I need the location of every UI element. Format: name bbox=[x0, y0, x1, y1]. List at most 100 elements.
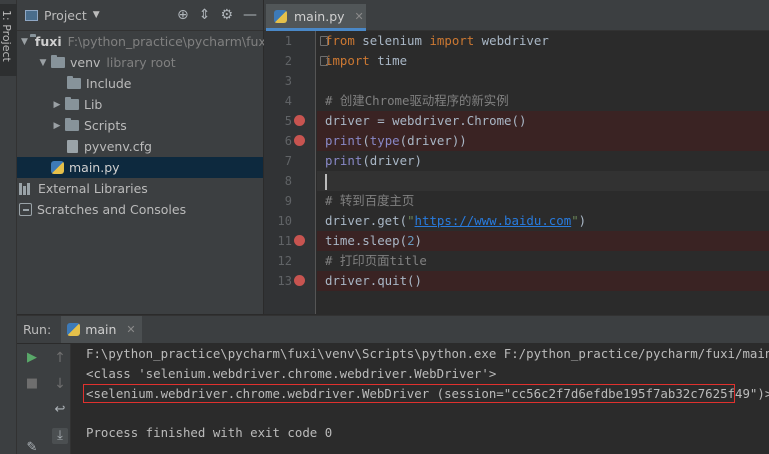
line-number: 1 bbox=[284, 34, 292, 48]
run-toolbar: ▶ ↑ ■ ↓ ↩ ⤓ ✎ bbox=[17, 344, 71, 454]
library-icon bbox=[19, 182, 33, 195]
tree-item-label: External Libraries bbox=[38, 181, 148, 196]
code-token: (driver) bbox=[362, 153, 422, 168]
chevron-right-icon[interactable]: ▶ bbox=[51, 121, 63, 131]
editor: main.py ✕ 1 2 3 4 5 6 7 8 9 10 11 12 13 … bbox=[264, 0, 769, 314]
breakpoint-icon[interactable] bbox=[294, 235, 305, 246]
fold-marker-icon[interactable] bbox=[320, 56, 328, 66]
tree-item-label: fuxi bbox=[34, 34, 62, 49]
collapse-icon[interactable]: ⇕ bbox=[199, 7, 211, 23]
soft-wrap-icon[interactable]: ↩ bbox=[52, 402, 68, 418]
line-number: 3 bbox=[284, 74, 292, 88]
code-line-breakpoint[interactable]: driver.quit() bbox=[317, 271, 769, 291]
editor-gutter[interactable]: 1 2 3 4 5 6 7 8 9 10 11 12 13 bbox=[264, 31, 316, 314]
code-line[interactable]: print(driver) bbox=[317, 151, 769, 171]
tree-item-root[interactable]: ▼ fuxi F:\python_practice\pycharm\fuxi bbox=[17, 31, 269, 52]
code-comment: # 打印页面title bbox=[325, 253, 427, 268]
fold-marker-icon[interactable] bbox=[320, 36, 328, 46]
tree-item-lib[interactable]: ▶ Lib bbox=[17, 94, 263, 115]
console-output-line: Process finished with exit code 0 bbox=[86, 425, 333, 440]
code-token: print bbox=[325, 133, 363, 148]
code-token: import bbox=[429, 33, 475, 48]
code-token: driver.get( bbox=[325, 213, 408, 228]
tree-item-label: pyvenv.cfg bbox=[84, 139, 152, 154]
folder-icon bbox=[65, 97, 79, 110]
close-icon[interactable]: ✕ bbox=[355, 10, 364, 23]
code-token: time.sleep( bbox=[325, 233, 408, 248]
code-comment: # 转到百度主页 bbox=[325, 193, 415, 208]
project-tool-tab[interactable]: 1: Project bbox=[0, 4, 17, 76]
scratches-icon bbox=[19, 203, 32, 216]
chevron-down-icon[interactable]: ▼ bbox=[93, 10, 100, 20]
text-caret bbox=[325, 173, 327, 190]
tree-item-label: Lib bbox=[84, 97, 103, 112]
code-token: time bbox=[369, 53, 408, 68]
tree-item-pyvenv-cfg[interactable]: pyvenv.cfg bbox=[17, 136, 263, 157]
code-line-breakpoint[interactable]: time.sleep(2) bbox=[317, 231, 769, 251]
code-token: print bbox=[325, 153, 363, 168]
tab-main-py[interactable]: main.py ✕ bbox=[266, 4, 366, 31]
code-url-link[interactable]: https://www.baidu.com bbox=[415, 213, 572, 228]
gear-icon[interactable]: ⚙ bbox=[220, 7, 233, 23]
arrow-down-icon[interactable]: ↓ bbox=[52, 376, 68, 392]
code-token: driver = webdriver.Chrome() bbox=[325, 113, 527, 128]
line-number: 11 bbox=[277, 234, 292, 248]
rerun-icon[interactable]: ▶ bbox=[24, 350, 40, 366]
breakpoint-icon[interactable] bbox=[294, 135, 305, 146]
line-number: 6 bbox=[284, 134, 292, 148]
line-number: 12 bbox=[277, 254, 292, 268]
code-token: type bbox=[369, 133, 400, 148]
code-line-breakpoint[interactable]: print(type(driver)) bbox=[317, 131, 769, 151]
tree-item-external-libraries[interactable]: External Libraries bbox=[17, 178, 263, 199]
code-line[interactable]: # 转到百度主页 bbox=[317, 191, 769, 211]
line-number: 5 bbox=[284, 114, 292, 128]
code-token: import bbox=[325, 53, 370, 68]
arrow-up-icon[interactable]: ↑ bbox=[52, 350, 68, 366]
breakpoint-icon[interactable] bbox=[294, 275, 305, 286]
close-icon[interactable]: ✕ bbox=[126, 323, 135, 336]
pin-icon[interactable]: ✎ bbox=[24, 440, 40, 454]
project-tool-tab-label: 1: Project bbox=[0, 10, 13, 62]
tree-item-venv[interactable]: ▼ venv library root bbox=[17, 52, 263, 73]
code-line[interactable] bbox=[317, 71, 769, 91]
tab-label: main.py bbox=[294, 8, 345, 24]
chevron-down-icon[interactable]: ▼ bbox=[21, 37, 28, 47]
tree-item-main-py[interactable]: main.py bbox=[17, 157, 263, 178]
code-token: ( bbox=[362, 133, 370, 148]
scroll-to-end-icon[interactable]: ⤓ bbox=[52, 428, 68, 444]
code-line[interactable]: driver.get("https://www.baidu.com") bbox=[317, 211, 769, 231]
code-line[interactable]: from selenium import webdriver bbox=[317, 31, 769, 51]
project-view-selector[interactable]: Project bbox=[44, 8, 87, 23]
code-line-breakpoint[interactable]: driver = webdriver.Chrome() bbox=[317, 111, 769, 131]
target-icon[interactable]: ⊕ bbox=[177, 7, 189, 23]
code-token: (driver)) bbox=[399, 133, 467, 148]
tree-item-label: Include bbox=[86, 76, 132, 91]
folder-icon bbox=[51, 55, 65, 68]
tree-item-hint: library root bbox=[106, 55, 176, 70]
tree-item-scratches[interactable]: Scratches and Consoles bbox=[17, 199, 263, 220]
tree-item-label: main.py bbox=[69, 160, 120, 175]
code-line[interactable]: import time bbox=[317, 51, 769, 71]
code-line-current[interactable] bbox=[317, 171, 769, 191]
tool-window-strip: 1: Project bbox=[0, 0, 17, 454]
console-output-line: <class 'selenium.webdriver.chrome.webdri… bbox=[86, 366, 497, 381]
code-token: ) bbox=[578, 213, 587, 228]
tree-item-include[interactable]: Include bbox=[17, 73, 263, 94]
python-file-icon bbox=[67, 323, 81, 336]
chevron-right-icon[interactable]: ▶ bbox=[51, 100, 63, 110]
line-number: 13 bbox=[277, 274, 292, 288]
stop-icon[interactable]: ■ bbox=[24, 376, 40, 392]
line-number: 7 bbox=[284, 154, 292, 168]
breakpoint-icon[interactable] bbox=[294, 115, 305, 126]
minimize-icon[interactable]: — bbox=[243, 7, 257, 23]
run-tab-main[interactable]: main ✕ bbox=[61, 316, 142, 343]
run-panel: Run: main ✕ ▶ ↑ ■ ↓ ↩ ⤓ ✎ F:\python_prac… bbox=[17, 315, 769, 454]
run-tab-label: main bbox=[85, 322, 117, 337]
line-number: 2 bbox=[284, 54, 292, 68]
project-panel: Project ▼ ⊕ ⇕ ⚙ — ▼ fuxi F:\python_pract… bbox=[17, 0, 269, 314]
run-panel-label: Run: bbox=[23, 322, 52, 337]
code-line[interactable]: # 创建Chrome驱动程序的新实例 bbox=[317, 91, 769, 111]
code-line[interactable]: # 打印页面title bbox=[317, 251, 769, 271]
tree-item-scripts[interactable]: ▶ Scripts bbox=[17, 115, 263, 136]
chevron-down-icon[interactable]: ▼ bbox=[37, 58, 49, 68]
